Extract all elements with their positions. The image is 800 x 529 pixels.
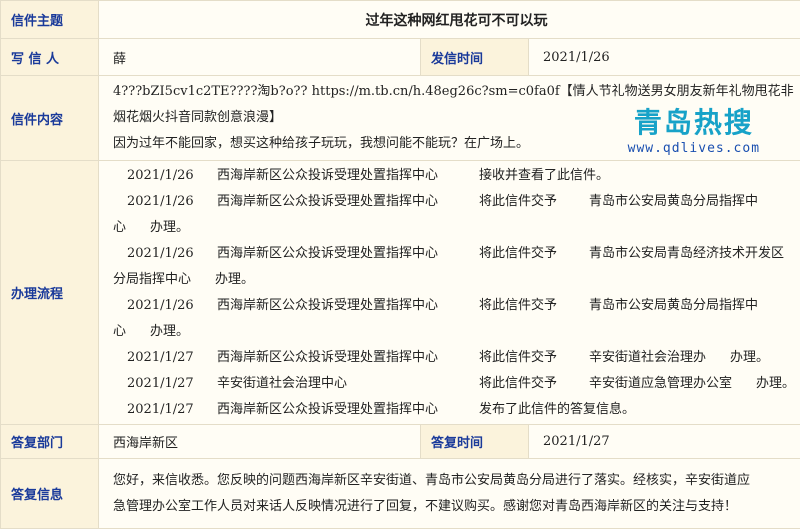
- process-row: 办理流程 2021/1/26西海岸新区公众投诉受理处置指挥中心接收并查看了此信件…: [1, 161, 800, 425]
- step-date: 2021/1/26: [127, 241, 217, 267]
- subject-row: 信件主题 过年这种网红甩花可不可以玩: [1, 1, 800, 39]
- step-date: 2021/1/27: [127, 397, 217, 423]
- step-target-cont: 心: [113, 319, 126, 345]
- step-end: 办理。: [215, 267, 254, 293]
- step-end: 办理。: [150, 215, 189, 241]
- process-step: 2021/1/26西海岸新区公众投诉受理处置指挥中心将此信件交予青岛市公安局黄岛…: [113, 293, 792, 345]
- reply-time-value: 2021/1/27: [529, 425, 800, 459]
- step-org: 西海岸新区公众投诉受理处置指挥中心: [217, 345, 479, 371]
- reply-dept-row: 答复部门 西海岸新区 答复时间 2021/1/27: [1, 425, 800, 459]
- send-time-value: 2021/1/26: [529, 39, 800, 76]
- reply-line-1: 您好，来信收悉。您反映的问题西海岸新区辛安街道、青岛市公安局黄岛分局进行了落实。…: [113, 468, 792, 494]
- letter-table: 信件主题 过年这种网红甩花可不可以玩 写 信 人 薛 发信时间 2021/1/2…: [0, 0, 800, 529]
- process-step: 2021/1/26西海岸新区公众投诉受理处置指挥中心接收并查看了此信件。: [113, 163, 792, 189]
- step-end: 办理。: [756, 371, 795, 397]
- step-org: 西海岸新区公众投诉受理处置指挥中心: [217, 397, 479, 423]
- reply-value: 您好，来信收悉。您反映的问题西海岸新区辛安街道、青岛市公安局黄岛分局进行了落实。…: [99, 459, 800, 529]
- step-action: 将此信件交予: [479, 241, 589, 267]
- watermark-url: www.qdlives.com: [628, 136, 760, 162]
- reply-label: 答复信息: [1, 459, 99, 529]
- content-line-1: 4???bZI5cv1c2TE????淘b?o?? https://m.tb.c…: [113, 79, 792, 105]
- process-step: 2021/1/27西海岸新区公众投诉受理处置指挥中心发布了此信件的答复信息。: [113, 397, 792, 423]
- step-target: 青岛市公安局黄岛分局指挥中: [589, 293, 758, 319]
- reply-dept-value: 西海岸新区: [99, 425, 421, 459]
- step-end: 办理。: [150, 319, 189, 345]
- process-step: 2021/1/26西海岸新区公众投诉受理处置指挥中心将此信件交予青岛市公安局黄岛…: [113, 189, 792, 241]
- process-step: 2021/1/26西海岸新区公众投诉受理处置指挥中心将此信件交予青岛市公安局青岛…: [113, 241, 792, 293]
- step-date: 2021/1/26: [127, 189, 217, 215]
- step-action: 将此信件交予: [479, 293, 589, 319]
- writer-label: 写 信 人: [1, 39, 99, 76]
- process-step: 2021/1/27辛安街道社会治理中心将此信件交予辛安街道应急管理办公室办理。: [113, 371, 792, 397]
- step-target: 辛安街道社会治理办: [589, 345, 706, 371]
- step-action: 发布了此信件的答复信息。: [479, 397, 635, 423]
- step-org: 西海岸新区公众投诉受理处置指挥中心: [217, 189, 479, 215]
- reply-dept-label: 答复部门: [1, 425, 99, 459]
- process-step: 2021/1/27西海岸新区公众投诉受理处置指挥中心将此信件交予辛安街道社会治理…: [113, 345, 792, 371]
- step-action: 将此信件交予: [479, 189, 589, 215]
- step-date: 2021/1/27: [127, 345, 217, 371]
- writer-value: 薛: [99, 39, 421, 76]
- step-org: 西海岸新区公众投诉受理处置指挥中心: [217, 293, 479, 319]
- process-label: 办理流程: [1, 161, 99, 425]
- step-date: 2021/1/27: [127, 371, 217, 397]
- step-org: 西海岸新区公众投诉受理处置指挥中心: [217, 163, 479, 189]
- step-org: 辛安街道社会治理中心: [217, 371, 479, 397]
- content-value: 4???bZI5cv1c2TE????淘b?o?? https://m.tb.c…: [99, 76, 800, 161]
- step-target: 青岛市公安局青岛经济技术开发区: [589, 241, 784, 267]
- step-org: 西海岸新区公众投诉受理处置指挥中心: [217, 241, 479, 267]
- reply-line-2: 急管理办公室工作人员对来话人反映情况进行了回复，不建议购买。感谢您对青岛西海岸新…: [113, 494, 792, 520]
- step-action: 将此信件交予: [479, 371, 589, 397]
- step-target: 辛安街道应急管理办公室: [589, 371, 732, 397]
- reply-row: 答复信息 您好，来信收悉。您反映的问题西海岸新区辛安街道、青岛市公安局黄岛分局进…: [1, 459, 800, 529]
- content-row: 信件内容 4???bZI5cv1c2TE????淘b?o?? https://m…: [1, 76, 800, 161]
- reply-time-label: 答复时间: [421, 425, 529, 459]
- step-date: 2021/1/26: [127, 293, 217, 319]
- content-label: 信件内容: [1, 76, 99, 161]
- writer-row: 写 信 人 薛 发信时间 2021/1/26: [1, 39, 800, 76]
- send-time-label: 发信时间: [421, 39, 529, 76]
- step-target-cont: 分局指挥中心: [113, 267, 191, 293]
- watermark-title: 青岛热搜: [628, 110, 760, 136]
- step-end: 办理。: [730, 345, 769, 371]
- step-target-cont: 心: [113, 215, 126, 241]
- subject-label: 信件主题: [1, 1, 99, 39]
- process-steps: 2021/1/26西海岸新区公众投诉受理处置指挥中心接收并查看了此信件。2021…: [99, 161, 800, 425]
- step-action: 将此信件交予: [479, 345, 589, 371]
- watermark: 青岛热搜 www.qdlives.com: [628, 110, 760, 162]
- step-target: 青岛市公安局黄岛分局指挥中: [589, 189, 758, 215]
- step-action: 接收并查看了此信件。: [479, 163, 609, 189]
- step-date: 2021/1/26: [127, 163, 217, 189]
- subject-value: 过年这种网红甩花可不可以玩: [99, 1, 800, 39]
